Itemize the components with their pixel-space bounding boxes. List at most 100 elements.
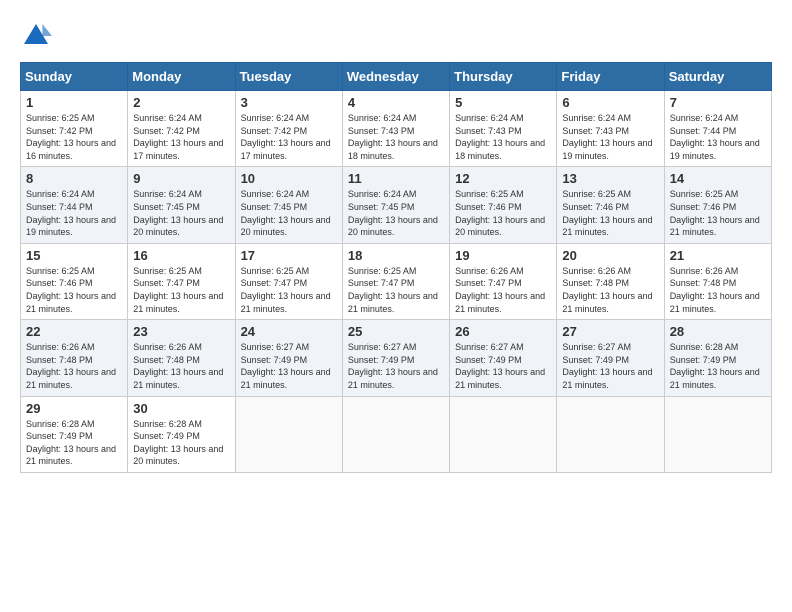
- day-cell: 23 Sunrise: 6:26 AM Sunset: 7:48 PM Dayl…: [128, 320, 235, 396]
- header-thursday: Thursday: [450, 63, 557, 91]
- day-cell: 25 Sunrise: 6:27 AM Sunset: 7:49 PM Dayl…: [342, 320, 449, 396]
- day-cell: [235, 396, 342, 472]
- day-number: 27: [562, 324, 658, 339]
- day-info: Sunrise: 6:24 AM Sunset: 7:42 PM Dayligh…: [133, 112, 229, 162]
- logo: [20, 20, 56, 52]
- day-info: Sunrise: 6:24 AM Sunset: 7:45 PM Dayligh…: [241, 188, 337, 238]
- day-cell: 30 Sunrise: 6:28 AM Sunset: 7:49 PM Dayl…: [128, 396, 235, 472]
- day-cell: 9 Sunrise: 6:24 AM Sunset: 7:45 PM Dayli…: [128, 167, 235, 243]
- day-cell: 26 Sunrise: 6:27 AM Sunset: 7:49 PM Dayl…: [450, 320, 557, 396]
- day-number: 23: [133, 324, 229, 339]
- day-number: 20: [562, 248, 658, 263]
- day-number: 13: [562, 171, 658, 186]
- day-cell: 4 Sunrise: 6:24 AM Sunset: 7:43 PM Dayli…: [342, 91, 449, 167]
- day-number: 22: [26, 324, 122, 339]
- day-cell: 22 Sunrise: 6:26 AM Sunset: 7:48 PM Dayl…: [21, 320, 128, 396]
- day-info: Sunrise: 6:28 AM Sunset: 7:49 PM Dayligh…: [670, 341, 766, 391]
- day-cell: 5 Sunrise: 6:24 AM Sunset: 7:43 PM Dayli…: [450, 91, 557, 167]
- day-cell: 21 Sunrise: 6:26 AM Sunset: 7:48 PM Dayl…: [664, 243, 771, 319]
- day-info: Sunrise: 6:24 AM Sunset: 7:44 PM Dayligh…: [670, 112, 766, 162]
- header-tuesday: Tuesday: [235, 63, 342, 91]
- day-number: 5: [455, 95, 551, 110]
- header-wednesday: Wednesday: [342, 63, 449, 91]
- day-number: 17: [241, 248, 337, 263]
- day-number: 1: [26, 95, 122, 110]
- day-number: 11: [348, 171, 444, 186]
- day-info: Sunrise: 6:25 AM Sunset: 7:46 PM Dayligh…: [455, 188, 551, 238]
- day-number: 18: [348, 248, 444, 263]
- day-cell: [342, 396, 449, 472]
- day-info: Sunrise: 6:25 AM Sunset: 7:47 PM Dayligh…: [241, 265, 337, 315]
- day-number: 6: [562, 95, 658, 110]
- day-info: Sunrise: 6:27 AM Sunset: 7:49 PM Dayligh…: [241, 341, 337, 391]
- day-number: 19: [455, 248, 551, 263]
- logo-icon: [20, 20, 52, 52]
- day-info: Sunrise: 6:28 AM Sunset: 7:49 PM Dayligh…: [26, 418, 122, 468]
- day-cell: 6 Sunrise: 6:24 AM Sunset: 7:43 PM Dayli…: [557, 91, 664, 167]
- day-cell: 7 Sunrise: 6:24 AM Sunset: 7:44 PM Dayli…: [664, 91, 771, 167]
- day-number: 4: [348, 95, 444, 110]
- day-cell: [664, 396, 771, 472]
- day-cell: 3 Sunrise: 6:24 AM Sunset: 7:42 PM Dayli…: [235, 91, 342, 167]
- header-sunday: Sunday: [21, 63, 128, 91]
- day-cell: [557, 396, 664, 472]
- day-number: 28: [670, 324, 766, 339]
- week-row-5: 29 Sunrise: 6:28 AM Sunset: 7:49 PM Dayl…: [21, 396, 772, 472]
- day-number: 10: [241, 171, 337, 186]
- day-cell: 11 Sunrise: 6:24 AM Sunset: 7:45 PM Dayl…: [342, 167, 449, 243]
- day-cell: [450, 396, 557, 472]
- day-cell: 19 Sunrise: 6:26 AM Sunset: 7:47 PM Dayl…: [450, 243, 557, 319]
- week-row-3: 15 Sunrise: 6:25 AM Sunset: 7:46 PM Dayl…: [21, 243, 772, 319]
- day-info: Sunrise: 6:25 AM Sunset: 7:42 PM Dayligh…: [26, 112, 122, 162]
- day-number: 30: [133, 401, 229, 416]
- week-row-1: 1 Sunrise: 6:25 AM Sunset: 7:42 PM Dayli…: [21, 91, 772, 167]
- day-info: Sunrise: 6:27 AM Sunset: 7:49 PM Dayligh…: [562, 341, 658, 391]
- day-number: 8: [26, 171, 122, 186]
- day-cell: 8 Sunrise: 6:24 AM Sunset: 7:44 PM Dayli…: [21, 167, 128, 243]
- day-number: 29: [26, 401, 122, 416]
- day-info: Sunrise: 6:26 AM Sunset: 7:48 PM Dayligh…: [562, 265, 658, 315]
- header-saturday: Saturday: [664, 63, 771, 91]
- day-cell: 18 Sunrise: 6:25 AM Sunset: 7:47 PM Dayl…: [342, 243, 449, 319]
- day-number: 3: [241, 95, 337, 110]
- day-number: 21: [670, 248, 766, 263]
- day-cell: 16 Sunrise: 6:25 AM Sunset: 7:47 PM Dayl…: [128, 243, 235, 319]
- calendar-header-row: SundayMondayTuesdayWednesdayThursdayFrid…: [21, 63, 772, 91]
- day-info: Sunrise: 6:25 AM Sunset: 7:46 PM Dayligh…: [670, 188, 766, 238]
- day-cell: 2 Sunrise: 6:24 AM Sunset: 7:42 PM Dayli…: [128, 91, 235, 167]
- week-row-2: 8 Sunrise: 6:24 AM Sunset: 7:44 PM Dayli…: [21, 167, 772, 243]
- day-number: 12: [455, 171, 551, 186]
- day-cell: 10 Sunrise: 6:24 AM Sunset: 7:45 PM Dayl…: [235, 167, 342, 243]
- day-info: Sunrise: 6:24 AM Sunset: 7:45 PM Dayligh…: [348, 188, 444, 238]
- day-number: 15: [26, 248, 122, 263]
- day-cell: 24 Sunrise: 6:27 AM Sunset: 7:49 PM Dayl…: [235, 320, 342, 396]
- week-row-4: 22 Sunrise: 6:26 AM Sunset: 7:48 PM Dayl…: [21, 320, 772, 396]
- day-cell: 12 Sunrise: 6:25 AM Sunset: 7:46 PM Dayl…: [450, 167, 557, 243]
- day-info: Sunrise: 6:27 AM Sunset: 7:49 PM Dayligh…: [348, 341, 444, 391]
- day-cell: 20 Sunrise: 6:26 AM Sunset: 7:48 PM Dayl…: [557, 243, 664, 319]
- day-info: Sunrise: 6:26 AM Sunset: 7:47 PM Dayligh…: [455, 265, 551, 315]
- day-number: 26: [455, 324, 551, 339]
- day-info: Sunrise: 6:26 AM Sunset: 7:48 PM Dayligh…: [670, 265, 766, 315]
- day-info: Sunrise: 6:24 AM Sunset: 7:44 PM Dayligh…: [26, 188, 122, 238]
- day-cell: 14 Sunrise: 6:25 AM Sunset: 7:46 PM Dayl…: [664, 167, 771, 243]
- day-number: 24: [241, 324, 337, 339]
- day-info: Sunrise: 6:26 AM Sunset: 7:48 PM Dayligh…: [133, 341, 229, 391]
- day-info: Sunrise: 6:24 AM Sunset: 7:45 PM Dayligh…: [133, 188, 229, 238]
- day-number: 16: [133, 248, 229, 263]
- day-number: 25: [348, 324, 444, 339]
- day-info: Sunrise: 6:26 AM Sunset: 7:48 PM Dayligh…: [26, 341, 122, 391]
- day-number: 7: [670, 95, 766, 110]
- day-number: 9: [133, 171, 229, 186]
- day-info: Sunrise: 6:25 AM Sunset: 7:46 PM Dayligh…: [562, 188, 658, 238]
- day-cell: 27 Sunrise: 6:27 AM Sunset: 7:49 PM Dayl…: [557, 320, 664, 396]
- day-info: Sunrise: 6:25 AM Sunset: 7:47 PM Dayligh…: [348, 265, 444, 315]
- calendar: SundayMondayTuesdayWednesdayThursdayFrid…: [20, 62, 772, 473]
- day-cell: 29 Sunrise: 6:28 AM Sunset: 7:49 PM Dayl…: [21, 396, 128, 472]
- day-info: Sunrise: 6:24 AM Sunset: 7:43 PM Dayligh…: [455, 112, 551, 162]
- header-friday: Friday: [557, 63, 664, 91]
- day-info: Sunrise: 6:27 AM Sunset: 7:49 PM Dayligh…: [455, 341, 551, 391]
- day-cell: 17 Sunrise: 6:25 AM Sunset: 7:47 PM Dayl…: [235, 243, 342, 319]
- day-cell: 13 Sunrise: 6:25 AM Sunset: 7:46 PM Dayl…: [557, 167, 664, 243]
- day-cell: 28 Sunrise: 6:28 AM Sunset: 7:49 PM Dayl…: [664, 320, 771, 396]
